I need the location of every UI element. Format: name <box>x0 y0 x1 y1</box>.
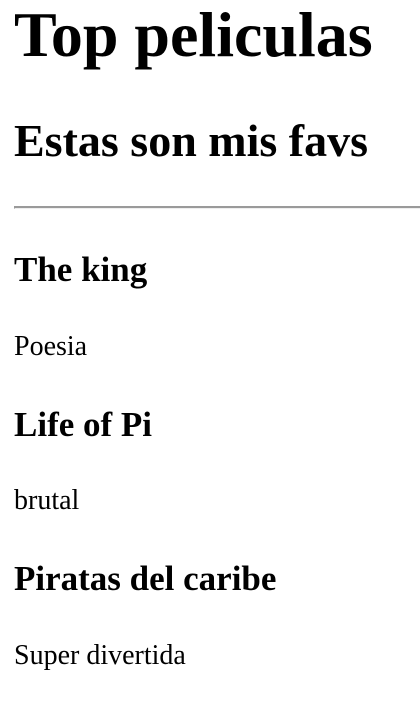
page: Top peliculas Estas son mis favs The kin… <box>0 0 420 706</box>
divider <box>14 206 420 209</box>
page-subtitle: Estas son mis favs <box>14 115 369 166</box>
movie-description: Super divertida <box>14 640 186 671</box>
movie-description: brutal <box>14 485 80 516</box>
page-title: Top peliculas <box>14 0 373 70</box>
movie-title: The king <box>14 250 148 289</box>
movie-title: Life of Pi <box>14 405 153 444</box>
movie-title: Piratas del caribe <box>14 559 277 598</box>
movie-description: Poesia <box>14 331 88 362</box>
